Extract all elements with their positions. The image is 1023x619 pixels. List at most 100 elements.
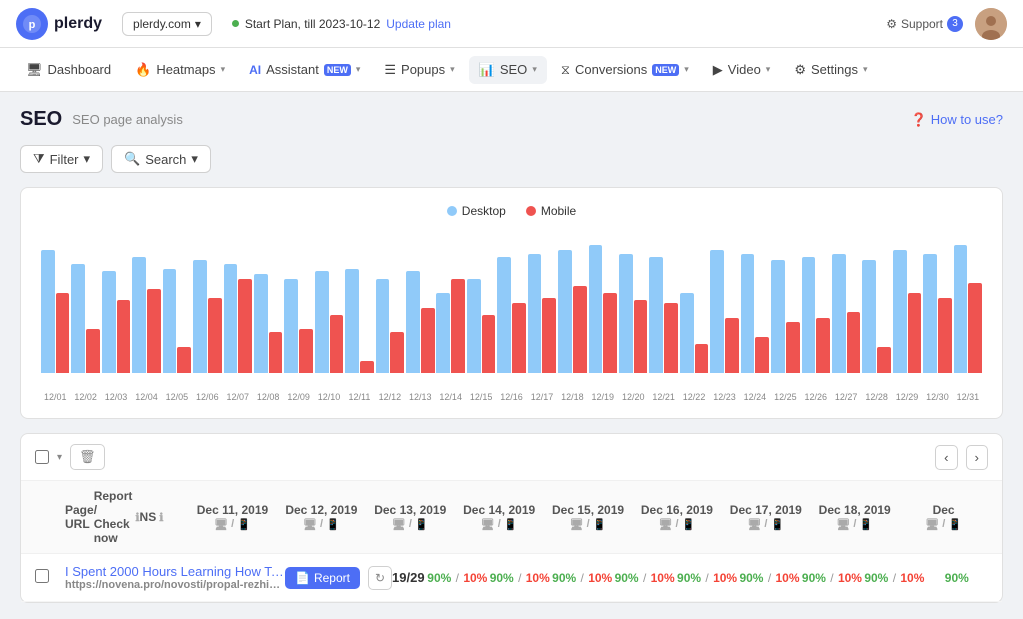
- nav-item-assistant[interactable]: AI Assistant NEW ▾: [239, 56, 370, 83]
- desktop-bar[interactable]: [254, 274, 268, 373]
- mobile-bar[interactable]: [786, 322, 800, 373]
- topbar-right: ⚙ Support 3: [886, 8, 1007, 40]
- desktop-bar[interactable]: [467, 279, 481, 373]
- table-toolbar: ▾ 🗑 ‹ ›: [21, 434, 1002, 481]
- mobile-bar[interactable]: [177, 347, 191, 373]
- desktop-bar[interactable]: [345, 269, 359, 373]
- nav-item-dashboard[interactable]: 🖥 Dashboard: [16, 56, 121, 84]
- domain-selector[interactable]: plerdy.com ▾: [122, 12, 212, 36]
- desktop-bar[interactable]: [771, 260, 785, 373]
- mobile-bar[interactable]: [208, 298, 222, 373]
- desktop-bar[interactable]: [528, 254, 542, 373]
- desktop-bar[interactable]: [284, 279, 298, 373]
- mobile-bar[interactable]: [755, 337, 769, 373]
- monitor-icon: 🖥: [26, 62, 43, 78]
- mobile-bar[interactable]: [968, 283, 982, 373]
- desktop-bar[interactable]: [558, 250, 572, 373]
- bar-group: [649, 257, 677, 373]
- bar-group: [680, 293, 708, 373]
- mobile-bar[interactable]: [542, 298, 556, 373]
- user-avatar[interactable]: [975, 8, 1007, 40]
- desktop-bar[interactable]: [193, 260, 207, 373]
- desktop-bar[interactable]: [406, 271, 420, 373]
- mobile-bar[interactable]: [330, 315, 344, 373]
- mobile-bar[interactable]: [421, 308, 435, 373]
- desktop-bar[interactable]: [497, 257, 511, 373]
- desktop-bar[interactable]: [224, 264, 238, 373]
- desktop-legend-label: Desktop: [462, 204, 506, 218]
- mobile-bar[interactable]: [117, 300, 131, 373]
- desktop-bar[interactable]: [436, 293, 450, 373]
- desktop-bar[interactable]: [589, 245, 603, 373]
- desktop-bar[interactable]: [376, 279, 390, 373]
- mobile-bar[interactable]: [482, 315, 496, 373]
- nav-item-popups[interactable]: ☰ Popups ▾: [374, 56, 464, 84]
- mobile-bar[interactable]: [360, 361, 374, 373]
- desktop-bar[interactable]: [649, 257, 663, 373]
- row-url-title[interactable]: I Spent 2000 Hours Learning How To...: [65, 564, 285, 579]
- desktop-bar[interactable]: [954, 245, 968, 373]
- desktop-bar[interactable]: [741, 254, 755, 373]
- mobile-bar[interactable]: [634, 300, 648, 373]
- desktop-bar[interactable]: [802, 257, 816, 373]
- desktop-bar[interactable]: [923, 254, 937, 373]
- bar-group: [102, 271, 130, 373]
- desktop-bar[interactable]: [619, 254, 633, 373]
- desktop-bar[interactable]: [710, 250, 724, 373]
- mobile-bar[interactable]: [847, 312, 861, 373]
- mobile-bar[interactable]: [269, 332, 283, 373]
- navbar: 🖥 Dashboard 🔥 Heatmaps ▾ AI Assistant NE…: [0, 48, 1023, 92]
- prev-page-button[interactable]: ‹: [935, 445, 957, 470]
- row-checkbox[interactable]: [35, 569, 49, 583]
- desktop-bar[interactable]: [893, 250, 907, 373]
- mobile-bar[interactable]: [451, 279, 465, 373]
- mobile-bar[interactable]: [512, 303, 526, 373]
- update-plan-link[interactable]: Update plan: [386, 17, 451, 31]
- mobile-bar[interactable]: [390, 332, 404, 373]
- nav-label-popups: Popups: [401, 62, 445, 77]
- mobile-bar[interactable]: [299, 329, 313, 373]
- filter-button[interactable]: ⧩ Filter ▾: [20, 145, 103, 173]
- nav-item-heatmaps[interactable]: 🔥 Heatmaps ▾: [125, 56, 235, 84]
- desktop-bar[interactable]: [132, 257, 146, 373]
- desktop-bar[interactable]: [832, 254, 846, 373]
- bar-group: [923, 254, 951, 373]
- mobile-bar[interactable]: [56, 293, 70, 373]
- support-button[interactable]: ⚙ Support 3: [886, 16, 963, 32]
- desktop-bar[interactable]: [315, 271, 329, 373]
- desktop-bar[interactable]: [862, 260, 876, 373]
- mobile-bar[interactable]: [664, 303, 678, 373]
- nav-item-settings[interactable]: ⚙ Settings ▾: [784, 56, 877, 84]
- plan-status-dot: [232, 20, 239, 27]
- monitor-small-icon: 🖥: [392, 518, 406, 531]
- search-button[interactable]: 🔍 Search ▾: [111, 145, 211, 173]
- nav-item-seo[interactable]: 📊 SEO ▾: [469, 56, 547, 84]
- mobile-bar[interactable]: [238, 279, 252, 373]
- desktop-bar[interactable]: [680, 293, 694, 373]
- mobile-bar[interactable]: [603, 293, 617, 373]
- how-to-use-link[interactable]: ❓ How to use?: [911, 112, 1003, 128]
- select-all-checkbox[interactable]: [35, 450, 49, 464]
- desktop-bar[interactable]: [163, 269, 177, 373]
- next-page-button[interactable]: ›: [966, 445, 988, 470]
- domain-value: plerdy.com: [133, 17, 191, 31]
- mobile-bar[interactable]: [573, 286, 587, 373]
- desktop-bar[interactable]: [71, 264, 85, 373]
- mobile-bar[interactable]: [695, 344, 709, 373]
- mobile-bar[interactable]: [86, 329, 100, 373]
- mobile-bar[interactable]: [908, 293, 922, 373]
- chart-section: Desktop Mobile 12/0112/0212/0312/0412/05…: [20, 187, 1003, 419]
- nav-item-video[interactable]: ▶ Video ▾: [703, 56, 781, 84]
- chart-date-label: 12/30: [923, 392, 951, 402]
- delete-button[interactable]: 🗑: [70, 444, 105, 470]
- desktop-bar[interactable]: [41, 250, 55, 373]
- nav-item-conversions[interactable]: ⧖ Conversions NEW ▾: [551, 56, 699, 84]
- bar-group: [528, 254, 556, 373]
- mobile-bar[interactable]: [877, 347, 891, 373]
- bar-group: [41, 250, 69, 373]
- mobile-bar[interactable]: [816, 318, 830, 373]
- desktop-bar[interactable]: [102, 271, 116, 373]
- mobile-bar[interactable]: [938, 298, 952, 373]
- mobile-bar[interactable]: [725, 318, 739, 373]
- mobile-bar[interactable]: [147, 289, 161, 373]
